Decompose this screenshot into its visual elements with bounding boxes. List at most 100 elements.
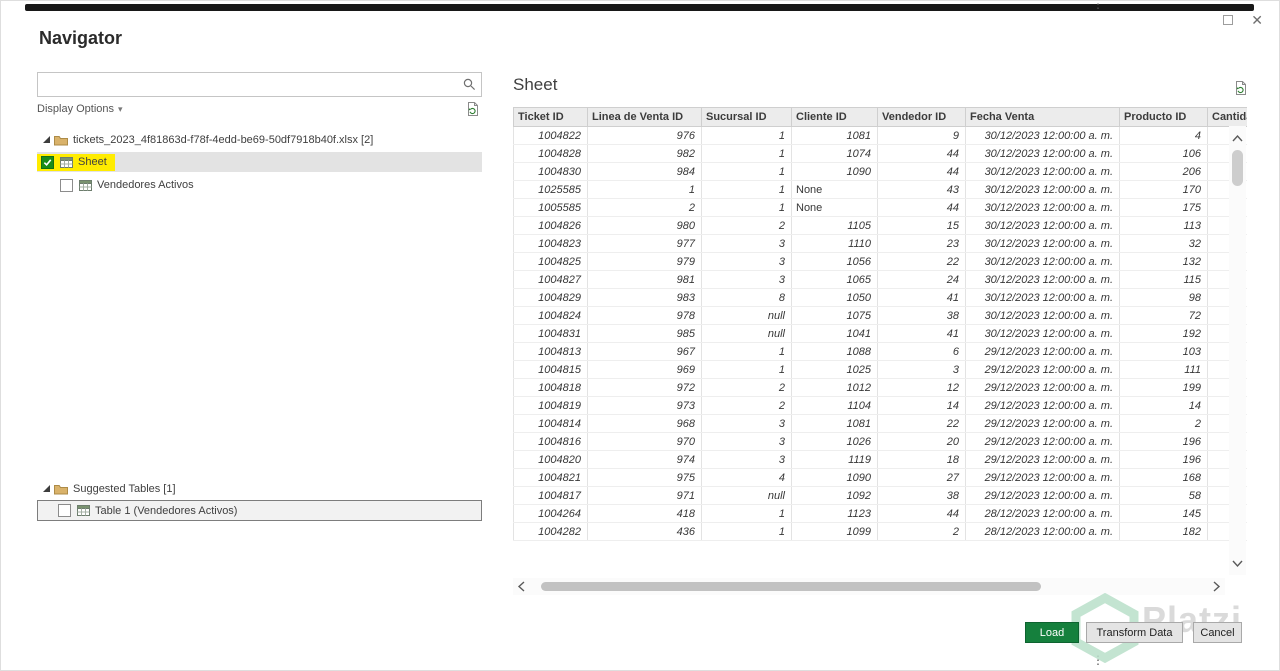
preview-title: Sheet (513, 75, 558, 94)
close-button[interactable]: ✕ (1251, 13, 1263, 27)
table-cell: 29/12/2023 12:00:00 a. m. (965, 450, 1120, 469)
scroll-left-icon[interactable] (517, 580, 526, 598)
vertical-scrollbar[interactable] (1229, 126, 1246, 575)
table-cell: 3 (701, 450, 792, 469)
table-cell: 30/12/2023 12:00:00 a. m. (965, 288, 1120, 307)
table-cell: 1 (701, 360, 792, 379)
table-cell: 1 (701, 180, 792, 199)
table-cell: 23 (877, 234, 966, 253)
table-cell: 1 (587, 180, 702, 199)
table-cell: 1056 (791, 252, 878, 271)
folder-icon (54, 135, 68, 146)
table-cell: 43 (877, 180, 966, 199)
table-cell: 967 (587, 342, 702, 361)
table-cell: 976 (587, 126, 702, 145)
horizontal-scrollbar-thumb[interactable] (541, 582, 1041, 591)
table-cell: 29/12/2023 12:00:00 a. m. (965, 486, 1120, 505)
sheet-icon (60, 156, 73, 168)
table-row: 1004831 985 null 1041 41 30/12/2023 12:00:00 … (513, 324, 1247, 343)
table-cell: 1004819 (513, 396, 588, 415)
scroll-right-icon[interactable] (1212, 580, 1221, 598)
table-cell: 192 (1119, 324, 1208, 343)
sheet-checkbox[interactable] (41, 155, 54, 169)
table-cell: 1065 (791, 270, 878, 289)
table-cell: 44 (877, 144, 966, 163)
table-cell: 1004823 (513, 234, 588, 253)
table-cell: 1090 (791, 468, 878, 487)
table-cell: 1041 (791, 324, 878, 343)
table-cell: 969 (587, 360, 702, 379)
table-cell: 115 (1119, 270, 1208, 289)
vendedores-checkbox[interactable] (60, 178, 73, 192)
table-cell: 1119 (791, 450, 878, 469)
table-cell: 14 (877, 396, 966, 415)
table-row: 1004264 418 1 1123 44 28/12/2023 12:00:00 a. … (513, 504, 1247, 523)
table-cell: 199 (1119, 378, 1208, 397)
table-cell: 1 (701, 522, 792, 541)
vertical-scrollbar-thumb[interactable] (1232, 150, 1243, 186)
table-cell: 1004826 (513, 216, 588, 235)
page-title: Navigator (39, 28, 123, 48)
table-cell: 3 (701, 270, 792, 289)
refresh-icon[interactable] (466, 101, 480, 120)
table-cell: 12 (877, 378, 966, 397)
load-button[interactable]: Load (1025, 622, 1079, 643)
table-cell: 106 (1119, 144, 1208, 163)
table-cell: 1075 (791, 306, 878, 325)
expand-triangle-icon[interactable] (43, 484, 50, 492)
table-cell: 1081 (791, 414, 878, 433)
table-cell: 970 (587, 432, 702, 451)
table-cell: 418 (587, 504, 702, 523)
scroll-up-icon[interactable] (1231, 130, 1244, 148)
table-row: 1004819 973 2 1104 14 29/12/2023 12:00:00 a. … (513, 396, 1247, 415)
restore-button[interactable] (1223, 15, 1234, 25)
table-cell: 98 (1119, 288, 1208, 307)
table-cell: 145 (1119, 504, 1208, 523)
table-cell: 30/12/2023 12:00:00 a. m. (965, 270, 1120, 289)
table-cell: 1099 (791, 522, 878, 541)
table-cell: 44 (877, 504, 966, 523)
table-cell: null (701, 306, 792, 325)
table-cell: 973 (587, 396, 702, 415)
tree-item-vendedores[interactable]: Vendedores Activos (37, 176, 482, 194)
tree-item-suggested-tables[interactable]: Suggested Tables [1] (37, 481, 482, 497)
table-cell: 4 (701, 468, 792, 487)
preview-refresh-icon[interactable] (1234, 80, 1248, 101)
table-cell: 29/12/2023 12:00:00 a. m. (965, 414, 1120, 433)
display-options-button[interactable]: Display Options ▾ (37, 103, 123, 115)
column-header: Cliente ID (791, 107, 878, 127)
scroll-down-icon[interactable] (1231, 555, 1244, 573)
table-cell: 103 (1119, 342, 1208, 361)
column-header: Producto ID (1119, 107, 1208, 127)
table-cell: 1004827 (513, 270, 588, 289)
search-box (37, 72, 482, 97)
table-cell: 3 (877, 360, 966, 379)
table-cell: 29/12/2023 12:00:00 a. m. (965, 342, 1120, 361)
table-cell: 984 (587, 162, 702, 181)
table-cell: 1 (701, 504, 792, 523)
table-cell: 1004821 (513, 468, 588, 487)
cancel-button[interactable]: Cancel (1193, 622, 1242, 643)
column-header: Cantidad (1207, 107, 1247, 127)
table1-checkbox[interactable] (58, 504, 71, 517)
folder-icon (54, 484, 68, 495)
tree-item-table1[interactable]: Table 1 (Vendedores Activos) (37, 500, 482, 521)
table-row: 1004829 983 8 1050 41 30/12/2023 12:00:00 a. … (513, 288, 1247, 307)
table-row: 1004820 974 3 1119 18 29/12/2023 12:00:00 a. … (513, 450, 1247, 469)
table-row: 1004827 981 3 1065 24 30/12/2023 12:00:00 a. … (513, 270, 1247, 289)
column-header: Fecha Venta (965, 107, 1120, 127)
table-cell: 4 (1119, 126, 1208, 145)
transform-data-button[interactable]: Transform Data (1086, 622, 1183, 643)
expand-triangle-icon[interactable] (43, 135, 50, 143)
search-input[interactable] (42, 75, 462, 94)
table-row: 1004822 976 1 1081 9 30/12/2023 12:00:00 a. m… (513, 126, 1247, 145)
tree-item-sheet[interactable]: Sheet (37, 152, 482, 172)
table-cell: 1104 (791, 396, 878, 415)
table-cell: 3 (701, 252, 792, 271)
table-cell: 1092 (791, 486, 878, 505)
table-cell: 2 (877, 522, 966, 541)
table-cell: 41 (877, 288, 966, 307)
table-cell: 1 (701, 198, 792, 217)
table-cell: 1 (701, 144, 792, 163)
tree-item-source-file[interactable]: tickets_2023_4f81863d-f78f-4edd-be69-50d… (37, 131, 482, 149)
